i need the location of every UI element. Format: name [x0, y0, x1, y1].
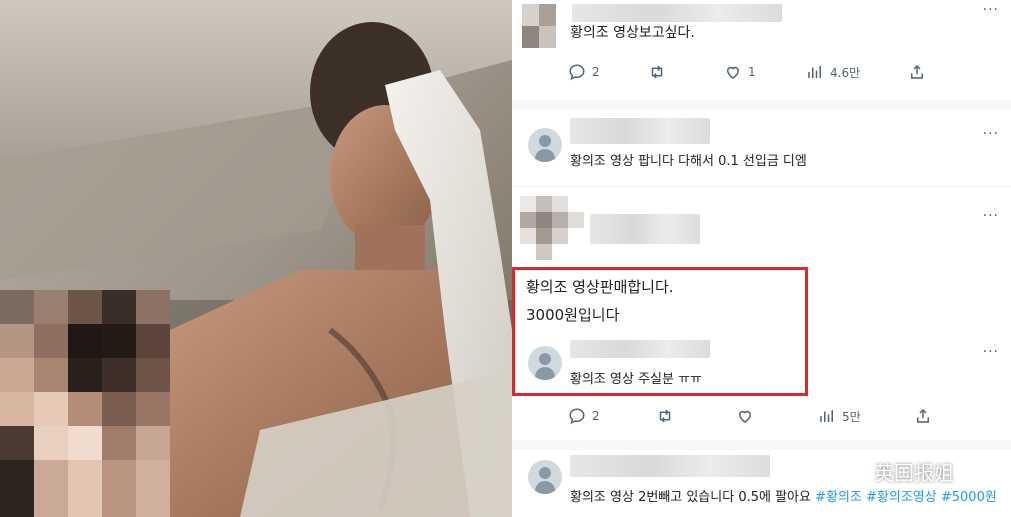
- heart-icon: [738, 410, 752, 423]
- like-button[interactable]: [736, 404, 754, 428]
- views-button[interactable]: 4.6만: [806, 60, 860, 84]
- more-options-icon[interactable]: ···: [983, 2, 999, 18]
- reply-icon: [569, 64, 585, 81]
- quoted-avatar[interactable]: [528, 346, 562, 380]
- more-options-icon[interactable]: ···: [983, 208, 999, 224]
- avatar[interactable]: [528, 128, 562, 162]
- username-blurred: [572, 4, 782, 22]
- post-text: 황의조 영상 2번빼고 있습니다 0.5에 팔아요 #황의조 #황의조영상 #5…: [570, 486, 997, 505]
- hashtag-link[interactable]: #황의조: [815, 490, 862, 505]
- retweet-icon: [659, 409, 671, 423]
- wechat-icon: [840, 460, 868, 482]
- avatar-censored: [522, 4, 556, 48]
- username-blurred: [570, 118, 710, 144]
- post-text-body: 황의조 영상 2번빼고 있습니다 0.5에 팔아요: [570, 490, 816, 505]
- section-separator: [512, 440, 1011, 450]
- username-blurred: [570, 455, 770, 477]
- reply-button[interactable]: 2: [568, 404, 600, 428]
- post-text: 황의조 영상보고싶다.: [570, 25, 695, 41]
- views-count: 5만: [842, 409, 861, 424]
- share-icon: [911, 64, 923, 79]
- retweet-button[interactable]: [656, 404, 674, 428]
- post-text: 황의조 영상 팝니다 다해서 0.1 선입금 디엠: [570, 154, 807, 169]
- divider: [512, 186, 1011, 187]
- username-blurred: [590, 214, 700, 244]
- more-options-icon[interactable]: ···: [983, 126, 999, 142]
- social-feed: ··· 황의조 영상보고싶다. 2 1 4.6만 ··· 황의조 영상 팝니다 …: [512, 0, 1011, 517]
- avatar-censored: [520, 196, 584, 260]
- views-chart-icon: [820, 410, 833, 422]
- hashtag-link[interactable]: #5000원: [941, 490, 997, 505]
- views-chart-icon: [808, 66, 821, 78]
- section-separator: [512, 100, 1011, 110]
- reply-icon: [569, 408, 585, 425]
- avatar[interactable]: [528, 460, 562, 494]
- post-text-line1: 황의조 영상판매합니다.: [526, 278, 674, 296]
- like-count: 1: [748, 65, 756, 79]
- post-action-bar: 2 1 4.6만: [512, 60, 1011, 84]
- watermark-text: 英国报姐: [874, 460, 954, 485]
- retweet-icon: [651, 65, 663, 79]
- heart-icon: [726, 66, 740, 79]
- watermark: 英国报姐: [840, 456, 954, 486]
- post-text-line2: 3000원입니다: [526, 306, 620, 324]
- reply-count: 2: [592, 65, 600, 79]
- more-options-icon[interactable]: ···: [983, 344, 999, 360]
- like-button[interactable]: 1: [724, 60, 756, 84]
- photo-panel: [0, 0, 512, 517]
- views-button[interactable]: 5만: [818, 404, 861, 428]
- mosaic-censor: [0, 290, 170, 517]
- reply-count: 2: [592, 409, 600, 423]
- retweet-button[interactable]: [648, 60, 666, 84]
- post-action-bar: 2 5만: [512, 404, 1011, 428]
- share-icon: [917, 408, 929, 423]
- hashtag-link[interactable]: #황의조영상: [866, 490, 937, 505]
- share-button[interactable]: [908, 60, 926, 84]
- views-count: 4.6만: [830, 65, 861, 80]
- share-button[interactable]: [914, 404, 932, 428]
- quoted-username-blurred: [570, 340, 710, 358]
- reply-button[interactable]: 2: [568, 60, 600, 84]
- quoted-post-text: 황의조 영상 주실분 ㅠㅠ: [570, 372, 702, 387]
